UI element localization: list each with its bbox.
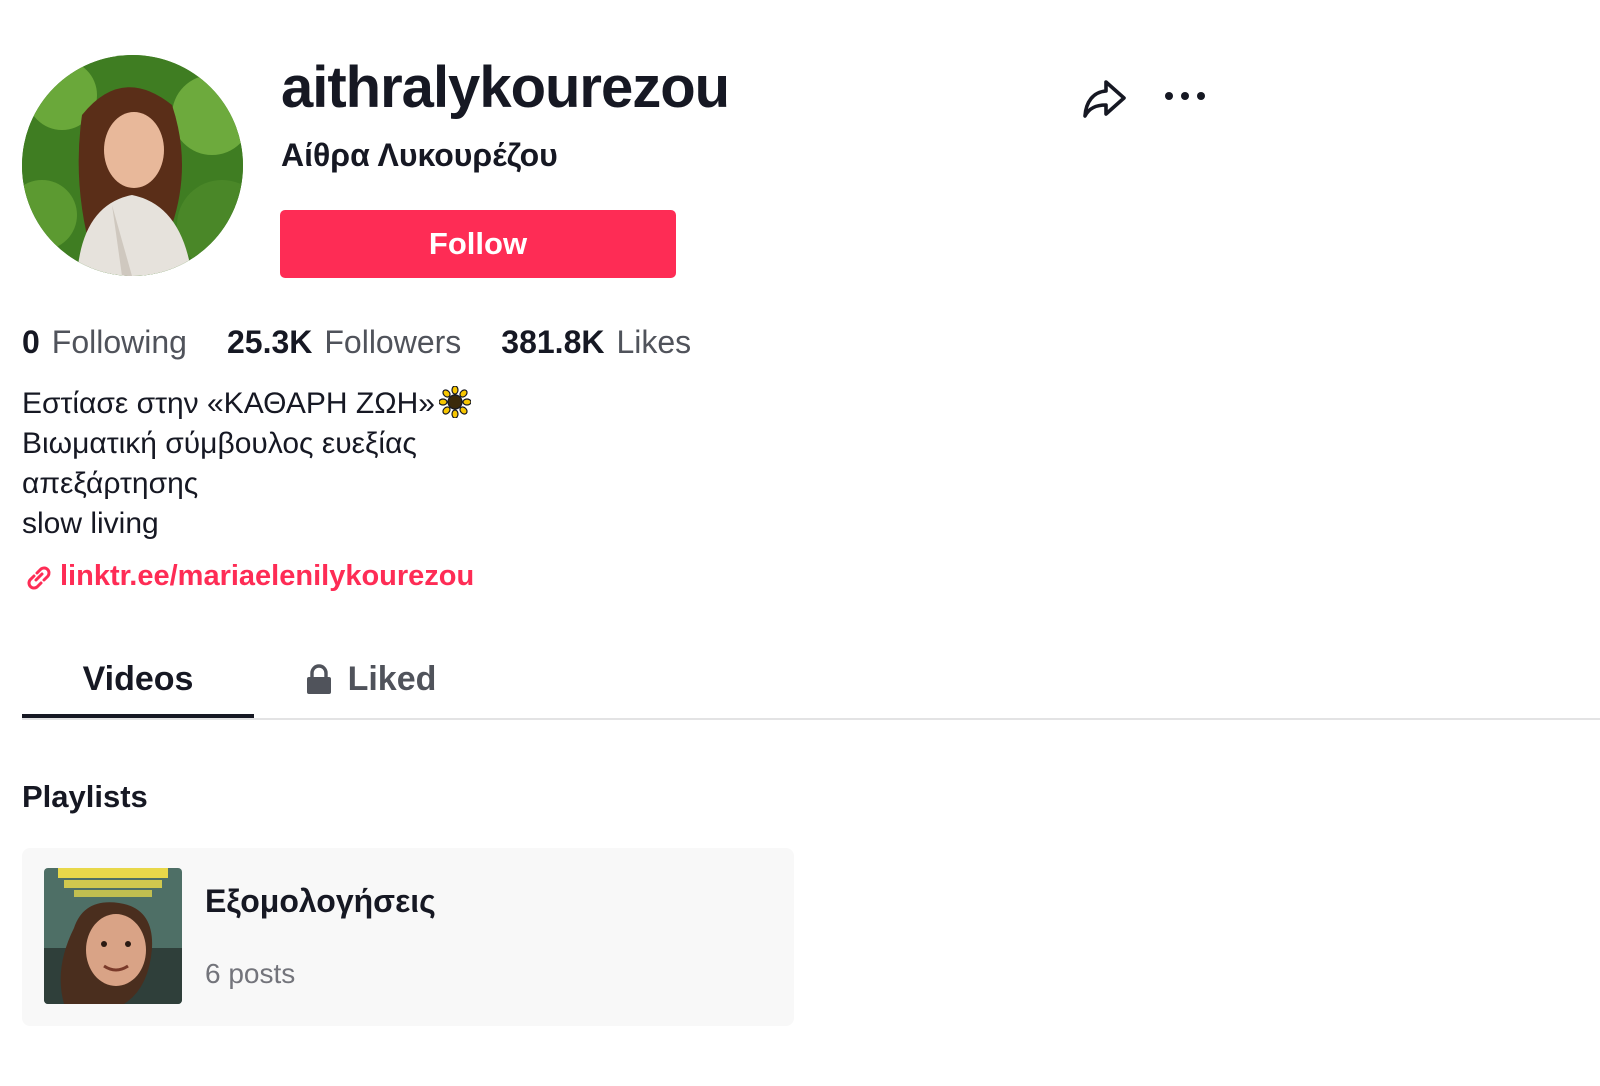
share-icon[interactable] <box>1080 74 1128 122</box>
profile-stats: 0 Following 25.3K Followers 381.8K Likes <box>22 320 731 364</box>
likes-label: Likes <box>616 324 692 360</box>
follow-button[interactable]: Follow <box>280 210 676 278</box>
stat-followers[interactable]: 25.3K Followers <box>227 320 461 364</box>
bio-line: Βιωματική σύμβουλος ευεξίας <box>22 427 417 460</box>
sun-emoji-icon <box>438 386 471 418</box>
profile-username: aithralykourezou <box>281 55 730 120</box>
following-label: Following <box>51 324 187 360</box>
stat-following[interactable]: 0 Following <box>22 320 187 364</box>
bio-line: απεξάρτησης <box>22 467 199 500</box>
profile-bio: Εστίασε στην «ΚΑΘΑΡΗ ΖΩΗ» Βιωματική σύμβ… <box>22 384 471 544</box>
lock-icon <box>306 664 331 694</box>
playlist-thumbnail <box>44 868 182 1004</box>
likes-count: 381.8K <box>501 324 605 360</box>
profile-nickname: Αίθρα Λυκουρέζου <box>281 137 558 173</box>
bio-line: slow living <box>22 507 159 540</box>
link-icon <box>27 566 51 590</box>
playlists-title: Playlists <box>22 779 148 814</box>
avatar-image <box>22 55 243 276</box>
active-tab-indicator <box>22 714 254 718</box>
more-options-icon[interactable] <box>1160 76 1210 116</box>
followers-count: 25.3K <box>226 324 313 360</box>
playlist-card[interactable]: Εξομολογήσεις 6 posts <box>22 848 794 1026</box>
tab-videos[interactable]: Videos <box>22 640 254 718</box>
following-count: 0 <box>22 324 40 360</box>
playlist-thumbnail-image <box>44 868 182 1004</box>
profile-avatar[interactable] <box>22 55 243 276</box>
tab-liked[interactable]: Liked <box>254 640 486 718</box>
bio-link[interactable]: linktr.ee/mariaelenilykourezou <box>22 555 474 597</box>
tab-videos-label: Videos <box>82 659 194 698</box>
bio-line: Εστίασε στην «ΚΑΘΑΡΗ ΖΩΗ» <box>22 384 471 424</box>
profile-page: aithralykourezou Αίθρα Λυκουρέζου Follow… <box>0 0 1600 1086</box>
stat-likes: 381.8K Likes <box>501 320 691 364</box>
bio-line-text: Εστίασε στην «ΚΑΘΑΡΗ ΖΩΗ» <box>22 387 435 420</box>
playlist-post-count: 6 posts <box>205 958 296 989</box>
profile-tabs: Videos Liked <box>22 640 1600 720</box>
tab-liked-label: Liked <box>347 659 437 698</box>
bio-link-text: linktr.ee/mariaelenilykourezou <box>60 560 475 592</box>
followers-label: Followers <box>324 324 462 360</box>
playlist-name: Εξομολογήσεις <box>205 883 436 919</box>
